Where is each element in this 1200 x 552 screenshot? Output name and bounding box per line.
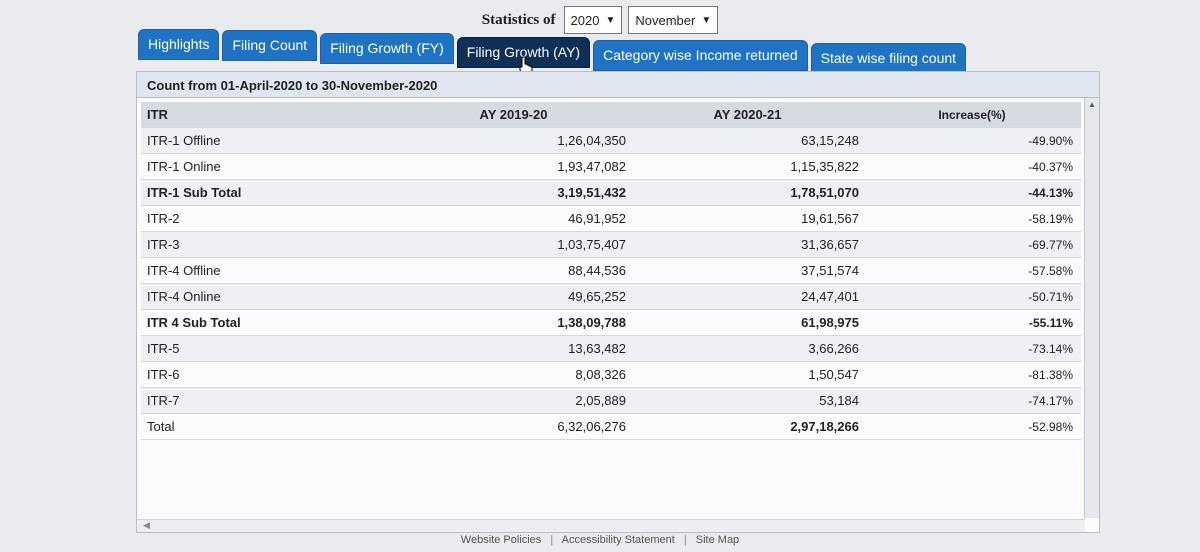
table-row: ITR-7 2,05,889 53,184 -74.17% [141,388,1081,414]
row-ay-2019-20: 88,44,536 [568,263,626,278]
row-increase: -50.71% [1028,289,1073,304]
row-ay-2020-21: 61,98,975 [801,315,859,330]
row-ay-2019-20: 46,91,952 [568,211,626,226]
row-ay-2020-21: 1,15,35,822 [790,159,859,174]
year-select-value: 2020 [570,12,600,28]
row-ay-2019-20: 1,26,04,350 [557,133,626,148]
row-increase: -81.38% [1028,367,1073,382]
table-row: ITR-5 13,63,482 3,66,266 -73.14% [141,336,1081,362]
footer-links: Website Policies | Accessibility Stateme… [0,534,1200,546]
row-itr: ITR-1 Offline [147,133,221,148]
scroll-left-icon[interactable]: ◀ [143,520,150,531]
row-increase: -44.13% [1028,185,1073,200]
tab-filing-growth-fy[interactable]: Filing Growth (FY) [320,33,454,64]
tab-bar: Highlights Filing Count Filing Growth (F… [138,29,967,74]
table-row: ITR-3 1,03,75,407 31,36,657 -69.77% [141,232,1081,258]
row-itr: ITR-6 [147,367,180,382]
row-increase: -40.37% [1028,159,1073,174]
footer-link-accessibility[interactable]: Accessibility Statement [562,534,675,546]
row-increase: -69.77% [1028,237,1073,252]
table-row: ITR-4 Offline 88,44,536 37,51,574 -57.58… [141,258,1081,284]
chevron-down-icon: ▼ [701,14,712,26]
row-ay-2020-21: 19,61,567 [801,211,859,226]
header-ay-2020-21[interactable]: AY 2020-21 [636,107,871,122]
filing-growth-panel: Count from 01-April-2020 to 30-November-… [136,71,1100,533]
row-itr: ITR-4 Offline [147,263,221,278]
footer-link-website-policies[interactable]: Website Policies [461,534,542,546]
row-ay-2020-21: 1,50,547 [808,367,859,382]
row-ay-2019-20: 2,05,889 [575,393,626,408]
row-ay-2019-20: 8,08,326 [575,367,626,382]
table-row: ITR-2 46,91,952 19,61,567 -58.19% [141,206,1081,232]
tab-category-wise-income[interactable]: Category wise Income returned [593,40,808,71]
row-ay-2019-20: 1,93,47,082 [557,159,626,174]
scroll-up-icon[interactable]: ▲ [1088,100,1096,109]
row-ay-2020-21: 63,15,248 [801,133,859,148]
month-select-value: November [635,12,696,28]
row-ay-2019-20: 1,03,75,407 [557,237,626,252]
row-itr: Total [147,419,175,434]
row-ay-2019-20: 49,65,252 [568,289,626,304]
table-row: ITR-4 Online 49,65,252 24,47,401 -50.71% [141,284,1081,310]
table-row: ITR-1 Offline 1,26,04,350 63,15,248 -49.… [141,128,1081,154]
footer-separator: | [550,534,554,546]
row-itr: ITR-1 Online [147,159,221,174]
row-ay-2020-21: 1,78,51,070 [790,185,859,200]
row-ay-2019-20: 6,32,06,276 [557,419,626,434]
tab-state-wise-filing[interactable]: State wise filing count [810,43,967,74]
tab-highlights[interactable]: Highlights [138,29,220,60]
table-row: ITR-6 8,08,326 1,50,547 -81.38% [141,362,1081,388]
table-row: ITR-1 Sub Total 3,19,51,432 1,78,51,070 … [141,180,1081,206]
row-itr: ITR-7 [147,393,180,408]
header-itr[interactable]: ITR [141,107,401,122]
horizontal-scrollbar[interactable]: ◀ [137,519,1085,532]
table-row: ITR 4 Sub Total 1,38,09,788 61,98,975 -5… [141,310,1081,336]
year-select[interactable]: 2020 ▼ [563,6,623,34]
row-increase: -57.58% [1028,263,1073,278]
row-ay-2019-20: 1,38,09,788 [557,315,626,330]
row-increase: -74.17% [1028,393,1073,408]
row-ay-2020-21: 53,184 [819,393,859,408]
row-itr: ITR-3 [147,237,180,252]
row-ay-2020-21: 24,47,401 [801,289,859,304]
row-increase: -52.98% [1028,419,1073,434]
row-itr: ITR 4 Sub Total [147,315,241,330]
table-row: ITR-1 Online 1,93,47,082 1,15,35,822 -40… [141,154,1081,180]
filing-table: ITR AY 2019-20 AY 2020-21 Increase(%) IT… [141,102,1081,440]
vertical-scrollbar[interactable]: ▲ [1084,98,1099,518]
tab-filing-count[interactable]: Filing Count [222,30,318,61]
row-itr: ITR-4 Online [147,289,221,304]
row-ay-2020-21: 2,97,18,266 [790,419,859,434]
panel-title: Count from 01-April-2020 to 30-November-… [137,72,1099,98]
statistics-label: Statistics of [481,11,556,28]
table-header-row: ITR AY 2019-20 AY 2020-21 Increase(%) [141,102,1081,128]
row-increase: -55.11% [1028,315,1073,330]
row-ay-2020-21: 31,36,657 [801,237,859,252]
row-increase: -58.19% [1028,211,1073,226]
table-row-total: Total 6,32,06,276 2,97,18,266 -52.98% [141,414,1081,440]
row-increase: -73.14% [1028,341,1073,356]
row-itr: ITR-5 [147,341,180,356]
row-itr: ITR-2 [147,211,180,226]
row-ay-2019-20: 13,63,482 [568,341,626,356]
row-ay-2020-21: 37,51,574 [801,263,859,278]
footer-separator: | [683,534,687,546]
row-ay-2020-21: 3,66,266 [808,341,859,356]
row-ay-2019-20: 3,19,51,432 [557,185,626,200]
row-increase: -49.90% [1028,133,1073,148]
header-increase[interactable]: Increase(%) [871,108,1081,122]
row-itr: ITR-1 Sub Total [147,185,242,200]
month-select[interactable]: November ▼ [628,6,719,34]
footer-link-site-map[interactable]: Site Map [696,534,739,546]
chevron-down-icon: ▼ [605,14,616,26]
header-ay-2019-20[interactable]: AY 2019-20 [401,107,636,122]
